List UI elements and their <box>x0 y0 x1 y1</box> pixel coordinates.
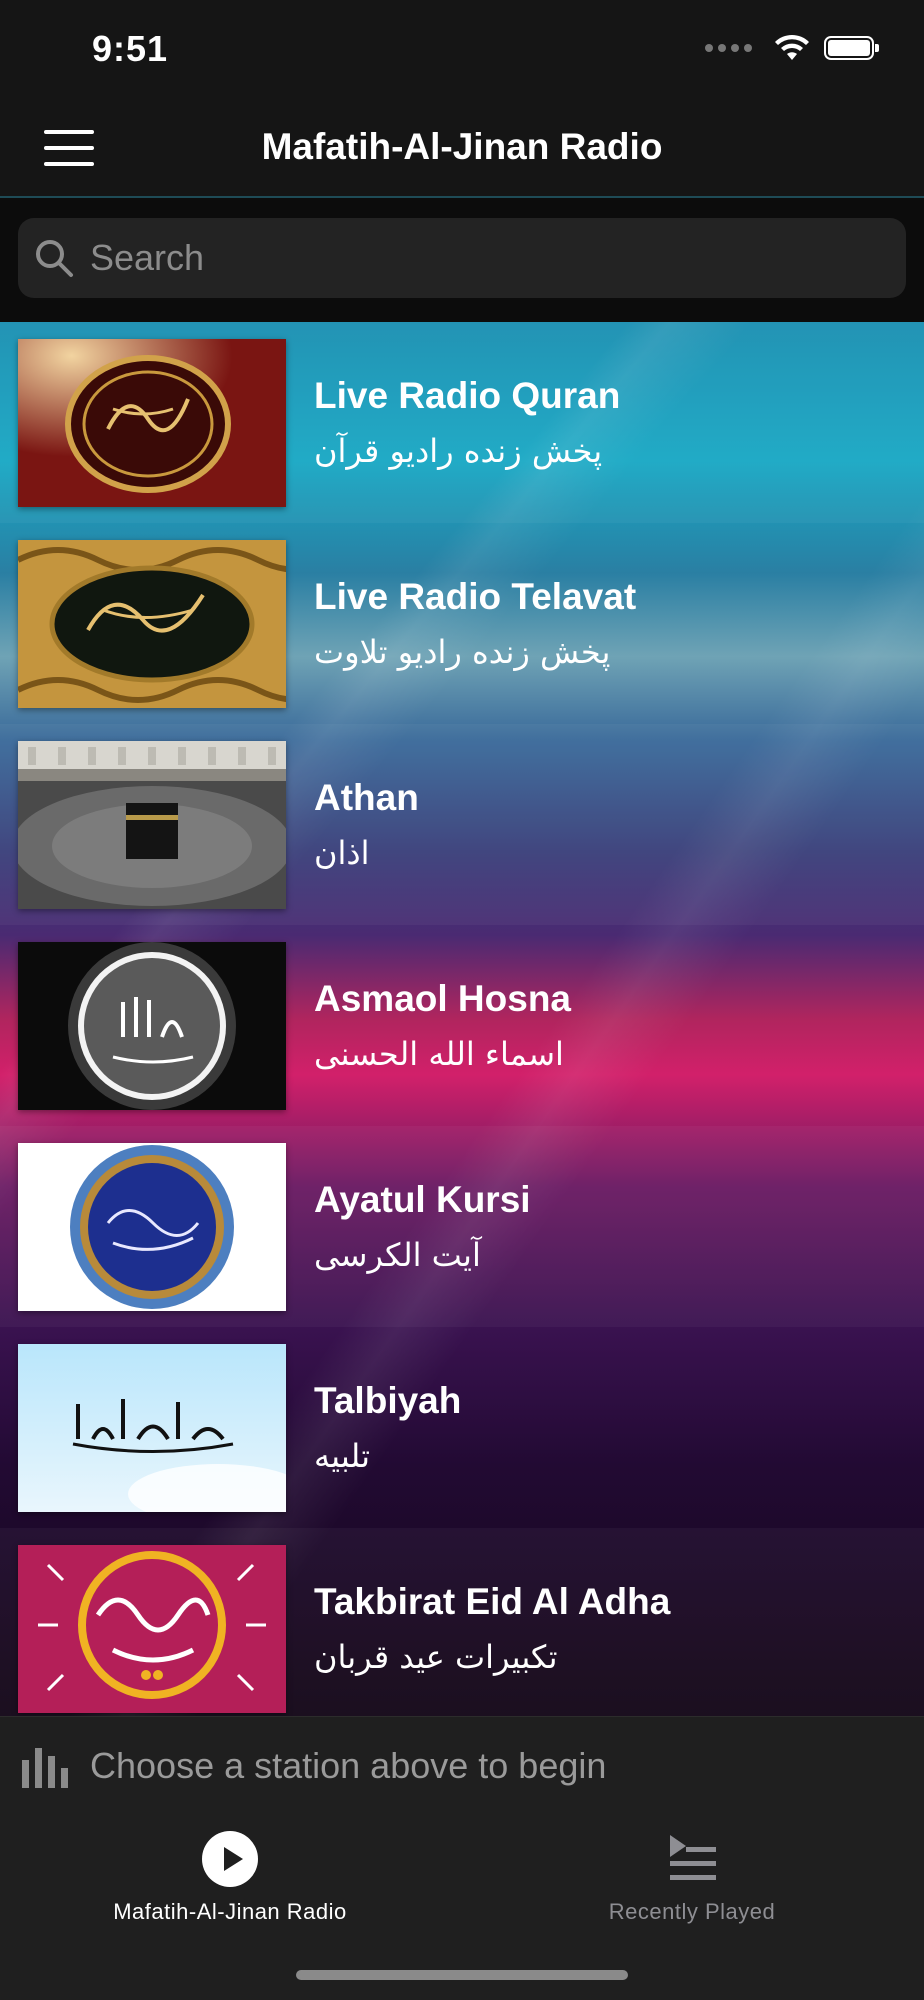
nav-bar: Mafatih-Al-Jinan Radio <box>0 100 924 198</box>
cellular-signal-icon <box>705 44 752 52</box>
station-subtitle: اسماء الله الحسنی <box>314 1034 564 1073</box>
station-item-live-radio-telavat[interactable]: Live Radio Telavat پخش زنده رادیو تلاوت <box>0 523 924 724</box>
status-icons <box>705 34 879 62</box>
audio-bars-icon <box>22 1748 68 1788</box>
station-subtitle: پخش زنده رادیو قرآن <box>314 431 603 470</box>
station-subtitle: تلبیه <box>314 1436 370 1475</box>
station-item-ayatul-kursi[interactable]: Ayatul Kursi آیت الکرسی <box>0 1126 924 1327</box>
station-thumbnail-kaaba-photo <box>18 740 286 909</box>
search-input[interactable] <box>88 236 906 280</box>
home-indicator[interactable] <box>296 1970 628 1980</box>
station-item-live-radio-quran[interactable]: Live Radio Quran پخش زنده رادیو قرآن <box>0 322 924 523</box>
station-item-asmaol-hosna[interactable]: Asmaol Hosna اسماء الله الحسنی <box>0 925 924 1126</box>
play-circle-icon <box>202 1831 258 1887</box>
station-subtitle: اذان <box>314 833 370 872</box>
tab-label: Mafatih-Al-Jinan Radio <box>113 1899 347 1924</box>
station-thumbnail-talbiyah-calligraphy-sky <box>18 1343 286 1512</box>
station-title: Asmaol Hosna <box>314 977 572 1019</box>
status-time: 9:51 <box>92 28 169 69</box>
station-subtitle: پخش زنده رادیو تلاوت <box>314 632 611 671</box>
battery-icon <box>824 36 879 60</box>
station-title: Talbiyah <box>314 1379 462 1421</box>
station-item-takbirat-eid-al-adha[interactable]: Takbirat Eid Al Adha تکبیرات عید قربان <box>0 1528 924 1716</box>
station-subtitle: آیت الکرسی <box>314 1235 481 1274</box>
station-thumbnail-quran-cover-gold <box>18 539 286 708</box>
tab-recently-played[interactable]: Recently Played <box>542 1829 842 1925</box>
station-item-talbiyah[interactable]: Talbiyah تلبیه <box>0 1327 924 1528</box>
now-playing-bar[interactable]: Choose a station above to begin <box>0 1716 924 1816</box>
now-playing-text: Choose a station above to begin <box>90 1745 607 1786</box>
station-thumbnail-blue-calligraphy-rosette <box>18 1142 286 1311</box>
status-bar: 9:51 <box>0 0 924 100</box>
station-title: Live Radio Telavat <box>314 575 637 617</box>
station-list[interactable]: Live Radio Quran پخش زنده رادیو قرآن Liv… <box>0 322 924 1716</box>
search-box[interactable] <box>18 218 906 298</box>
station-title: Takbirat Eid Al Adha <box>314 1580 671 1622</box>
search-bar <box>0 198 924 322</box>
station-thumbnail-quran-cover-red <box>18 338 286 507</box>
station-title: Athan <box>314 776 419 818</box>
search-icon <box>36 240 73 277</box>
tab-label: Recently Played <box>608 1899 776 1924</box>
wifi-icon <box>775 34 809 60</box>
station-subtitle: تکبیرات عید قربان <box>314 1637 558 1676</box>
station-item-athan[interactable]: Athan اذان <box>0 724 924 925</box>
queue-list-icon <box>670 1835 716 1880</box>
station-thumbnail-eid-mubarak-magenta <box>18 1544 286 1713</box>
tab-radio[interactable]: Mafatih-Al-Jinan Radio <box>80 1829 380 1925</box>
station-title: Live Radio Quran <box>314 374 621 416</box>
station-title: Ayatul Kursi <box>314 1178 531 1220</box>
page-title: Mafatih-Al-Jinan Radio <box>261 126 663 167</box>
station-thumbnail-allah-calligraphy-circle <box>18 941 286 1110</box>
